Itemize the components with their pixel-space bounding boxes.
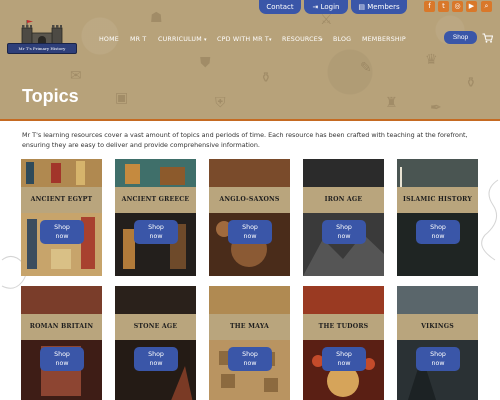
shop-now-button[interactable]: Shop now: [416, 347, 460, 371]
login-label: Login: [320, 3, 340, 11]
topic-title: VIKINGS: [397, 314, 478, 340]
cart-icon[interactable]: [482, 33, 493, 43]
the-tudors-image: [303, 286, 384, 400]
ancient-greece-image: [115, 159, 196, 276]
shop-now-label: Shop now: [54, 224, 70, 240]
shop-now-button[interactable]: Shop now: [322, 347, 366, 371]
shop-now-label: Shop now: [242, 224, 258, 240]
topic-title: ANCIENT GREECE: [115, 187, 196, 213]
shield-2-doodle-icon: ⛨: [215, 95, 226, 111]
chest-doodle-icon: ▣: [115, 90, 129, 106]
members-button[interactable]: ▤ Members: [351, 0, 407, 14]
amphora-doodle-icon: ⚱: [465, 75, 477, 91]
nav-home[interactable]: HOME: [99, 36, 119, 43]
topic-card-stone-age[interactable]: STONE AGE Shop now: [115, 286, 196, 400]
map-doodle-icon: [481, 179, 499, 261]
site-logo[interactable]: Mr T's Primary History: [7, 20, 77, 60]
shop-now-label: Shop now: [430, 351, 446, 367]
topic-card-anglo-saxons[interactable]: ANGLO-SAXONS Shop now: [209, 159, 290, 276]
topic-card-roman-britain[interactable]: ROMAN BRITAIN Shop now: [21, 286, 102, 400]
shop-now-label: Shop now: [54, 351, 70, 367]
pen-doodle-icon: ✒: [430, 100, 442, 116]
nav-cpd[interactable]: CPD WITH MR T: [217, 36, 269, 43]
facebook-icon[interactable]: f: [424, 1, 435, 12]
topic-card-islamic-history[interactable]: ISLAMIC HISTORY Shop now: [397, 159, 478, 276]
cpd-chevron-down-icon: ▾: [269, 37, 272, 43]
the-maya-image: [209, 286, 290, 400]
sword-doodle-icon: ⚔: [320, 12, 333, 28]
nav-mr-t[interactable]: MR T: [130, 36, 146, 43]
curriculum-chevron-down-icon: ▾: [204, 37, 207, 43]
login-icon: ⇥: [312, 3, 321, 11]
shop-now-button[interactable]: Shop now: [228, 220, 272, 244]
page-title: Topics: [22, 86, 79, 106]
topic-title: ANGLO-SAXONS: [209, 187, 290, 213]
resources-chevron-down-icon: ▾: [320, 37, 323, 43]
nav-blog[interactable]: BLOG: [333, 36, 351, 43]
topic-card-ancient-greece[interactable]: ANCIENT GREECE Shop now: [115, 159, 196, 276]
login-button[interactable]: ⇥ Login: [304, 0, 348, 14]
shop-now-button[interactable]: Shop now: [322, 220, 366, 244]
roman-britain-image: [21, 286, 102, 400]
contact-button[interactable]: Contact: [259, 0, 301, 14]
shield-doodle-icon: ⛊: [200, 55, 211, 71]
helmet-doodle-icon: ☗: [150, 10, 163, 26]
topic-title: STONE AGE: [115, 314, 196, 340]
logo-text: Mr T's Primary History: [18, 46, 66, 51]
crown-doodle-icon: ♛: [425, 52, 438, 68]
vikings-image: [397, 286, 478, 400]
topic-card-ancient-egypt[interactable]: ANCIENT EGYPT Shop now: [21, 159, 102, 276]
shop-label: Shop: [452, 34, 469, 41]
shop-now-button[interactable]: Shop now: [228, 347, 272, 371]
shop-now-button[interactable]: Shop now: [40, 347, 84, 371]
intro-paragraph: Mr T's learning resources cover a vast a…: [22, 131, 468, 149]
shop-now-label: Shop now: [148, 351, 164, 367]
youtube-icon[interactable]: ▶: [466, 1, 477, 12]
vase-doodle-icon: ⚱: [260, 70, 272, 86]
header-divider: [0, 119, 500, 121]
stone-age-image: [115, 286, 196, 400]
topic-title: THE TUDORS: [303, 314, 384, 340]
islamic-history-image: [397, 159, 478, 276]
nav-curriculum[interactable]: CURRICULUM: [158, 36, 202, 43]
topic-card-the-tudors[interactable]: THE TUDORS Shop now: [303, 286, 384, 400]
topic-title: IRON AGE: [303, 187, 384, 213]
anglo-saxons-image: [209, 159, 290, 276]
ancient-egypt-image: [21, 159, 102, 276]
logo-ribbon: Mr T's Primary History: [7, 43, 77, 54]
topic-card-the-maya[interactable]: THE MAYA Shop now: [209, 286, 290, 400]
topic-title: ISLAMIC HISTORY: [397, 187, 478, 213]
members-icon: ▤: [358, 3, 368, 11]
shop-now-label: Shop now: [430, 224, 446, 240]
shop-now-button[interactable]: Shop now: [134, 220, 178, 244]
search-icon[interactable]: ⌕: [481, 1, 492, 12]
shop-now-label: Shop now: [336, 351, 352, 367]
shop-now-label: Shop now: [336, 224, 352, 240]
topic-title: THE MAYA: [209, 314, 290, 340]
iron-age-image: [303, 159, 384, 276]
nav-membership[interactable]: MEMBERSHIP: [362, 36, 406, 43]
shop-now-button[interactable]: Shop now: [416, 220, 460, 244]
shop-now-label: Shop now: [148, 224, 164, 240]
contact-label: Contact: [266, 3, 294, 11]
shop-now-label: Shop now: [242, 351, 258, 367]
members-label: Members: [367, 3, 400, 11]
twitter-icon[interactable]: t: [438, 1, 449, 12]
scroll-2-doodle-icon: ✉: [70, 68, 82, 84]
castle-doodle-icon: ♜: [385, 95, 398, 111]
instagram-icon[interactable]: ◎: [452, 1, 463, 12]
shop-now-button[interactable]: Shop now: [134, 347, 178, 371]
topic-card-iron-age[interactable]: IRON AGE Shop now: [303, 159, 384, 276]
topic-card-vikings[interactable]: VIKINGS Shop now: [397, 286, 478, 400]
topic-title: ANCIENT EGYPT: [21, 187, 102, 213]
nav-resources[interactable]: RESOURCES: [282, 36, 322, 43]
shop-now-button[interactable]: Shop now: [40, 220, 84, 244]
topic-title: ROMAN BRITAIN: [21, 314, 102, 340]
scroll-doodle-icon: ✎: [360, 60, 372, 76]
shop-button[interactable]: Shop: [444, 31, 477, 44]
